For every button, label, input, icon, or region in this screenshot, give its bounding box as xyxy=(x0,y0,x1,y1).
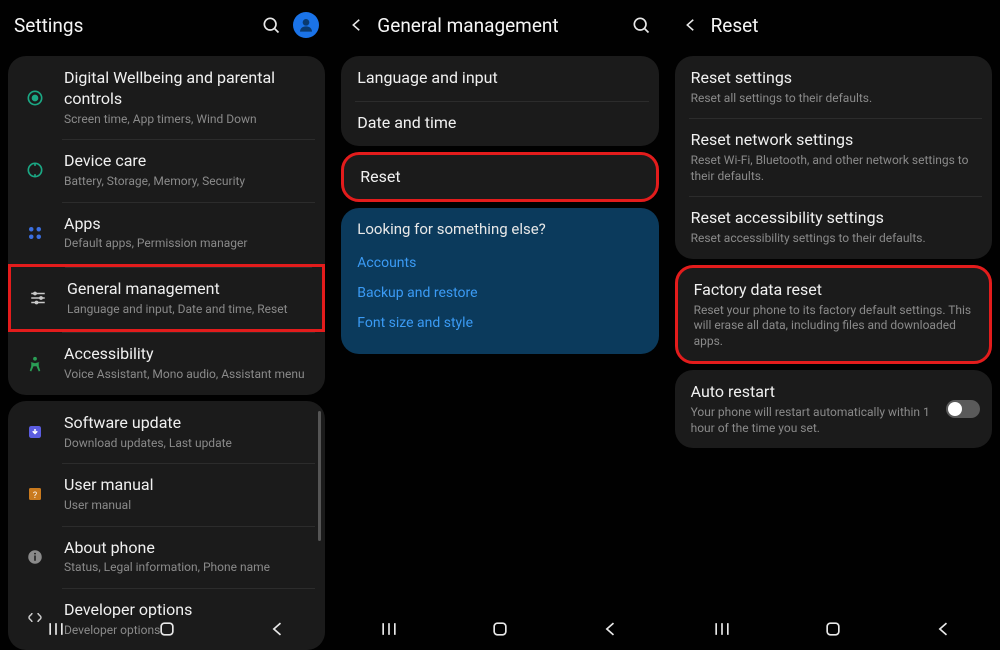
row-subtitle: Screen time, App timers, Wind Down xyxy=(64,112,313,128)
row-title: User manual xyxy=(64,475,313,496)
back-icon[interactable] xyxy=(681,16,701,34)
nav-bar xyxy=(333,608,666,650)
row-subtitle: Reset all settings to their defaults. xyxy=(691,91,980,107)
row-subtitle: Voice Assistant, Mono audio, Assistant m… xyxy=(64,367,313,383)
row-title: Reset accessibility settings xyxy=(691,208,980,229)
settings-row-apps[interactable]: Apps Default apps, Permission manager xyxy=(8,202,325,264)
row-subtitle: Language and input, Date and time, Reset xyxy=(67,302,310,318)
row-subtitle: Battery, Storage, Memory, Security xyxy=(64,174,313,190)
link-accounts[interactable]: Accounts xyxy=(357,248,642,278)
row-subtitle: Default apps, Permission manager xyxy=(64,236,313,252)
manual-icon: ? xyxy=(20,479,50,509)
recents-button[interactable] xyxy=(44,617,68,641)
wellbeing-icon xyxy=(20,83,50,113)
row-title: Software update xyxy=(64,413,313,434)
row-subtitle: Status, Legal information, Phone name xyxy=(64,560,313,576)
nav-bar xyxy=(0,608,333,650)
settings-row-accessibility[interactable]: Accessibility Voice Assistant, Mono audi… xyxy=(8,332,325,394)
row-title: Auto restart xyxy=(691,382,932,403)
accessibility-icon xyxy=(20,349,50,379)
back-button[interactable] xyxy=(932,617,956,641)
row-title: Device care xyxy=(64,151,313,172)
settings-row-devicecare[interactable]: Device care Battery, Storage, Memory, Se… xyxy=(8,139,325,201)
header: General management xyxy=(333,0,666,50)
auto-restart-toggle[interactable] xyxy=(946,400,980,418)
row-title: Factory data reset xyxy=(694,280,977,301)
row-subtitle: Your phone will restart automatically wi… xyxy=(691,405,932,436)
link-font[interactable]: Font size and style xyxy=(357,308,642,338)
search-icon[interactable] xyxy=(259,13,283,37)
row-reset-settings[interactable]: Reset settings Reset all settings to the… xyxy=(675,56,992,118)
recents-button[interactable] xyxy=(710,617,734,641)
back-button[interactable] xyxy=(599,617,623,641)
general-management-screen: General management Language and input Da… xyxy=(333,0,666,650)
row-language[interactable]: Language and input xyxy=(341,56,658,101)
search-icon[interactable] xyxy=(629,13,653,37)
scrollbar[interactable] xyxy=(318,411,321,541)
row-subtitle: Reset accessibility settings to their de… xyxy=(691,231,980,247)
row-subtitle: User manual xyxy=(64,498,313,514)
row-title: Apps xyxy=(64,214,313,235)
settings-group-1: Digital Wellbeing and parental controls … xyxy=(8,56,325,395)
back-icon[interactable] xyxy=(347,16,367,34)
general-icon xyxy=(23,283,53,313)
recents-button[interactable] xyxy=(377,617,401,641)
settings-row-manual[interactable]: ? User manual User manual xyxy=(8,463,325,525)
row-title: Reset network settings xyxy=(691,130,980,151)
row-title: Reset settings xyxy=(691,68,980,89)
apps-icon xyxy=(20,218,50,248)
row-subtitle: Reset your phone to its factory default … xyxy=(694,303,977,350)
profile-avatar[interactable] xyxy=(293,12,319,38)
looking-heading: Looking for something else? xyxy=(357,220,642,238)
back-button[interactable] xyxy=(266,617,290,641)
home-button[interactable] xyxy=(821,617,845,641)
row-title: Accessibility xyxy=(64,344,313,365)
reset-screen: Reset Reset settings Reset all settings … xyxy=(667,0,1000,650)
row-subtitle: Download updates, Last update xyxy=(64,436,313,452)
gm-group-1: Language and input Date and time xyxy=(341,56,658,146)
row-title: Reset xyxy=(360,167,643,188)
devicecare-icon xyxy=(20,155,50,185)
row-reset[interactable]: Reset xyxy=(341,152,658,203)
settings-row-about[interactable]: About phone Status, Legal information, P… xyxy=(8,526,325,588)
page-title: Reset xyxy=(711,14,986,37)
row-title: Date and time xyxy=(357,113,646,134)
page-title: General management xyxy=(377,14,618,37)
row-title: Digital Wellbeing and parental controls xyxy=(64,68,313,110)
nav-bar xyxy=(667,608,1000,650)
about-icon xyxy=(20,542,50,572)
settings-row-general[interactable]: General management Language and input, D… xyxy=(8,264,325,332)
row-reset-accessibility[interactable]: Reset accessibility settings Reset acces… xyxy=(675,196,992,258)
row-subtitle: Reset Wi-Fi, Bluetooth, and other networ… xyxy=(691,153,980,184)
home-button[interactable] xyxy=(488,617,512,641)
row-factory-reset[interactable]: Factory data reset Reset your phone to i… xyxy=(675,265,992,365)
svg-text:?: ? xyxy=(33,491,37,501)
looking-for-panel: Looking for something else? Accounts Bac… xyxy=(341,208,658,354)
row-title: Language and input xyxy=(357,68,646,89)
row-title: General management xyxy=(67,279,310,300)
row-auto-restart[interactable]: Auto restart Your phone will restart aut… xyxy=(675,370,992,448)
row-title: About phone xyxy=(64,538,313,559)
settings-row-update[interactable]: Software update Download updates, Last u… xyxy=(8,401,325,463)
reset-group-1: Reset settings Reset all settings to the… xyxy=(675,56,992,259)
row-reset-network[interactable]: Reset network settings Reset Wi-Fi, Blue… xyxy=(675,118,992,196)
settings-screen: Settings Digital Wellbeing and parental … xyxy=(0,0,333,650)
page-title: Settings xyxy=(14,14,249,37)
header: Settings xyxy=(0,0,333,50)
header: Reset xyxy=(667,0,1000,50)
row-datetime[interactable]: Date and time xyxy=(341,101,658,146)
home-button[interactable] xyxy=(155,617,179,641)
link-backup[interactable]: Backup and restore xyxy=(357,278,642,308)
settings-row-wellbeing[interactable]: Digital Wellbeing and parental controls … xyxy=(8,56,325,139)
update-icon xyxy=(20,417,50,447)
